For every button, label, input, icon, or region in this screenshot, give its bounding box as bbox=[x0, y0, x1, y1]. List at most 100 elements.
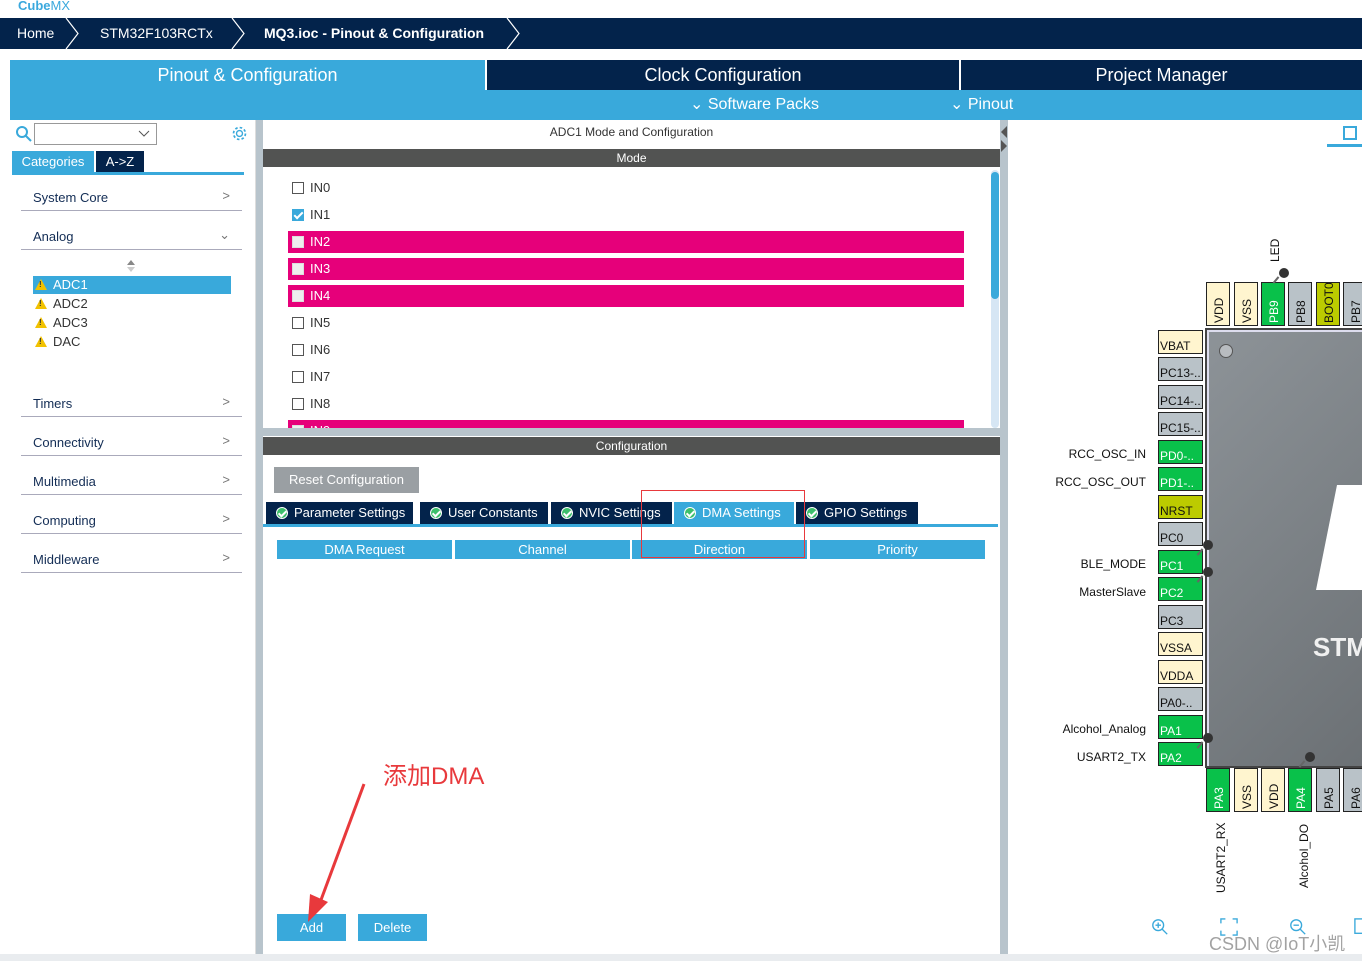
category-system-core[interactable]: System Core > bbox=[21, 183, 242, 211]
checkbox[interactable] bbox=[292, 344, 304, 356]
pin-label: VDD bbox=[1267, 783, 1281, 809]
checkbox[interactable] bbox=[292, 290, 304, 302]
column-header-channel[interactable]: Channel bbox=[455, 540, 630, 559]
channel-row-conflict[interactable]: IN2 bbox=[288, 231, 964, 253]
pushpin-icon bbox=[1305, 752, 1315, 762]
breadcrumb-home[interactable]: Home bbox=[17, 18, 54, 49]
export-icon[interactable] bbox=[1354, 918, 1362, 936]
checkbox[interactable] bbox=[292, 425, 304, 428]
pin-vdd[interactable]: VDD bbox=[1206, 282, 1230, 326]
pin-vdd-bottom[interactable]: VDD bbox=[1261, 768, 1285, 812]
pin-vbat[interactable]: VBAT bbox=[1158, 330, 1203, 354]
pin-vdda[interactable]: VDDA bbox=[1158, 660, 1203, 684]
checkbox[interactable] bbox=[292, 263, 304, 275]
zoom-in-icon[interactable] bbox=[1151, 918, 1169, 936]
channel-label: IN0 bbox=[310, 180, 331, 195]
category-label: Computing bbox=[33, 513, 96, 528]
checkbox-checked[interactable] bbox=[292, 209, 304, 221]
peripheral-adc3[interactable]: ADC3 bbox=[33, 314, 231, 332]
breadcrumb-mcu[interactable]: STM32F103RCTx bbox=[100, 18, 213, 49]
checkbox[interactable] bbox=[292, 317, 304, 329]
category-middleware[interactable]: Middleware > bbox=[21, 545, 242, 573]
search-icon[interactable] bbox=[15, 125, 33, 143]
splitter-horizontal[interactable] bbox=[263, 428, 1000, 436]
pushpin-icon bbox=[1203, 567, 1213, 577]
gear-icon[interactable] bbox=[231, 125, 248, 142]
pin-pa6[interactable]: PA6 bbox=[1343, 768, 1362, 812]
pinout-menu[interactable]: ⌄ Pinout bbox=[950, 90, 1013, 120]
tab-gpio-settings[interactable]: GPIO Settings bbox=[796, 502, 918, 524]
tab-categories[interactable]: Categories bbox=[12, 151, 94, 173]
peripheral-dac[interactable]: DAC bbox=[33, 333, 231, 351]
pin-vss[interactable]: VSS bbox=[1234, 282, 1258, 326]
pin-pb8[interactable]: PB8 bbox=[1288, 282, 1312, 326]
channel-row[interactable]: IN5 bbox=[288, 312, 964, 334]
channel-label: IN3 bbox=[310, 261, 331, 276]
category-multimedia[interactable]: Multimedia > bbox=[21, 467, 242, 495]
pin-pc14[interactable]: PC14-.. bbox=[1158, 385, 1203, 409]
checkbox[interactable] bbox=[292, 398, 304, 410]
splitter-right[interactable] bbox=[1000, 120, 1008, 956]
pin-vssa[interactable]: VSSA bbox=[1158, 632, 1203, 656]
tab-clock-configuration[interactable]: Clock Configuration bbox=[487, 60, 959, 90]
pin-pc0[interactable]: PC0 bbox=[1158, 522, 1203, 546]
chip-label: STM bbox=[1313, 632, 1362, 662]
channel-row-conflict[interactable]: IN3 bbox=[288, 258, 964, 280]
reset-configuration-button[interactable]: Reset Configuration bbox=[274, 467, 419, 493]
channel-row[interactable]: IN0 bbox=[288, 177, 964, 199]
peripheral-adc1[interactable]: ADC1 bbox=[33, 276, 231, 294]
breadcrumb-chevron-icon bbox=[231, 18, 245, 49]
pin-pc3[interactable]: PC3 bbox=[1158, 605, 1203, 629]
chevron-down-icon[interactable] bbox=[138, 130, 150, 138]
channel-row-conflict[interactable]: IN9 bbox=[288, 420, 964, 428]
channel-label: IN1 bbox=[310, 207, 331, 222]
tab-pinout-configuration[interactable]: Pinout & Configuration bbox=[10, 60, 485, 90]
category-analog[interactable]: Analog ⌄ bbox=[21, 222, 242, 250]
checkbox[interactable] bbox=[292, 182, 304, 194]
channel-row[interactable]: IN1 bbox=[288, 204, 964, 226]
pin-pd1[interactable]: PD1-.. bbox=[1158, 467, 1203, 491]
pin-pb9[interactable]: PB9 bbox=[1261, 282, 1285, 326]
pin-pa0[interactable]: PA0-.. bbox=[1158, 687, 1203, 711]
tab-user-constants[interactable]: User Constants bbox=[420, 502, 548, 524]
signal-label: BLE_MODE bbox=[1080, 557, 1146, 571]
checkbox[interactable] bbox=[292, 236, 304, 248]
column-header-priority[interactable]: Priority bbox=[810, 540, 985, 559]
column-header-dma-request[interactable]: DMA Request bbox=[277, 540, 452, 559]
annotation-highlight-box bbox=[641, 490, 805, 558]
pin-pa2[interactable]: PA2 bbox=[1158, 742, 1203, 766]
breadcrumb-current[interactable]: MQ3.ioc - Pinout & Configuration bbox=[264, 18, 484, 49]
peripheral-adc2[interactable]: ADC2 bbox=[33, 295, 231, 313]
tab-project-manager[interactable]: Project Manager bbox=[961, 60, 1362, 90]
pin-vss-bottom[interactable]: VSS bbox=[1234, 768, 1258, 812]
collapse-arrows-icon[interactable] bbox=[1000, 124, 1008, 154]
pin-pa5[interactable]: PA5 bbox=[1316, 768, 1340, 812]
pin-pa4[interactable]: PA4 bbox=[1288, 768, 1312, 812]
channel-row-conflict[interactable]: IN4 bbox=[288, 285, 964, 307]
checkbox[interactable] bbox=[292, 371, 304, 383]
tab-parameter-settings[interactable]: Parameter Settings bbox=[266, 502, 413, 524]
pin-label: PA4 bbox=[1294, 787, 1308, 809]
pin-boot0[interactable]: BOOT0 bbox=[1316, 282, 1340, 326]
channel-row[interactable]: IN7 bbox=[288, 366, 964, 388]
signal-label: USART2_RX bbox=[1214, 822, 1228, 893]
category-timers[interactable]: Timers > bbox=[21, 389, 242, 417]
category-connectivity[interactable]: Connectivity > bbox=[21, 428, 242, 456]
pin-nrst[interactable]: NRST bbox=[1158, 495, 1203, 519]
pin-pa3[interactable]: PA3 bbox=[1206, 768, 1230, 812]
category-computing[interactable]: Computing > bbox=[21, 506, 242, 534]
pin-pa1[interactable]: PA1 bbox=[1158, 715, 1203, 739]
sort-icon[interactable] bbox=[126, 260, 136, 272]
splitter-left[interactable] bbox=[256, 120, 263, 956]
pin-pc13[interactable]: PC13-.. bbox=[1158, 357, 1203, 381]
chip-view-icon[interactable] bbox=[1343, 126, 1357, 140]
pin-pc15[interactable]: PC15-.. bbox=[1158, 412, 1203, 436]
pin-pd0[interactable]: PD0-.. bbox=[1158, 440, 1203, 464]
pin-pb7[interactable]: PB7 bbox=[1343, 282, 1362, 326]
tab-a-z[interactable]: A->Z bbox=[96, 151, 144, 173]
scrollbar-thumb[interactable] bbox=[991, 172, 999, 299]
channel-row[interactable]: IN8 bbox=[288, 393, 964, 415]
software-packs-menu[interactable]: ⌄ Software Packs bbox=[690, 90, 819, 120]
pin-label: VSS bbox=[1240, 784, 1254, 809]
channel-row[interactable]: IN6 bbox=[288, 339, 964, 361]
